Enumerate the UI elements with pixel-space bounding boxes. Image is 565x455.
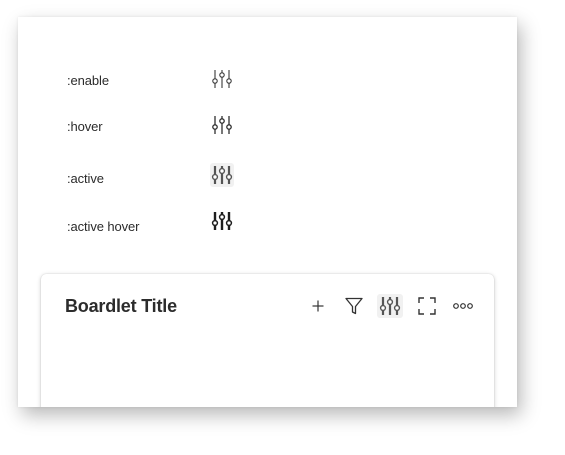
sliders-icon[interactable]: [210, 67, 234, 91]
fullscreen-icon: [418, 297, 436, 315]
add-button[interactable]: [305, 294, 331, 318]
plus-icon: [312, 300, 324, 312]
state-label-enable: :enable: [67, 73, 109, 88]
sliders-icon[interactable]: [210, 163, 234, 187]
state-label-hover: :hover: [67, 119, 103, 134]
more-button[interactable]: [450, 294, 476, 318]
filter-button[interactable]: [341, 294, 367, 318]
boardlet-title: Boardlet Title: [65, 296, 177, 316]
more-icon: [453, 303, 473, 309]
states-panel: :enable :hover :active:active hover Boa…: [18, 17, 517, 407]
sliders-icon: [379, 297, 401, 315]
sliders-icon[interactable]: [210, 113, 234, 137]
settings-button[interactable]: [377, 294, 403, 318]
state-label-active-hover: :active hover: [67, 219, 140, 234]
filter-icon: [345, 297, 363, 315]
sliders-icon[interactable]: [210, 209, 234, 233]
fullscreen-button[interactable]: [414, 294, 440, 318]
boardlet-card: Boardlet Title: [41, 274, 494, 407]
state-label-active: :active: [67, 171, 104, 186]
